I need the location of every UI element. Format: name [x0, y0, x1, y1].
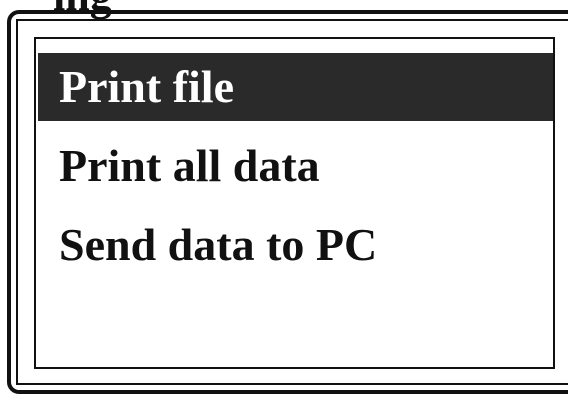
lcd-screen: Print file Print all data Send data to P… — [34, 37, 555, 369]
menu-item-print-file[interactable]: Print file — [38, 53, 553, 121]
menu-item-print-all-data[interactable]: Print all data — [38, 132, 553, 200]
menu-item-send-data-to-pc[interactable]: Send data to PC — [38, 211, 553, 279]
device-display-figure: ing Print file Print all data Send data … — [0, 0, 568, 400]
menu-list: Print file Print all data Send data to P… — [38, 53, 553, 290]
